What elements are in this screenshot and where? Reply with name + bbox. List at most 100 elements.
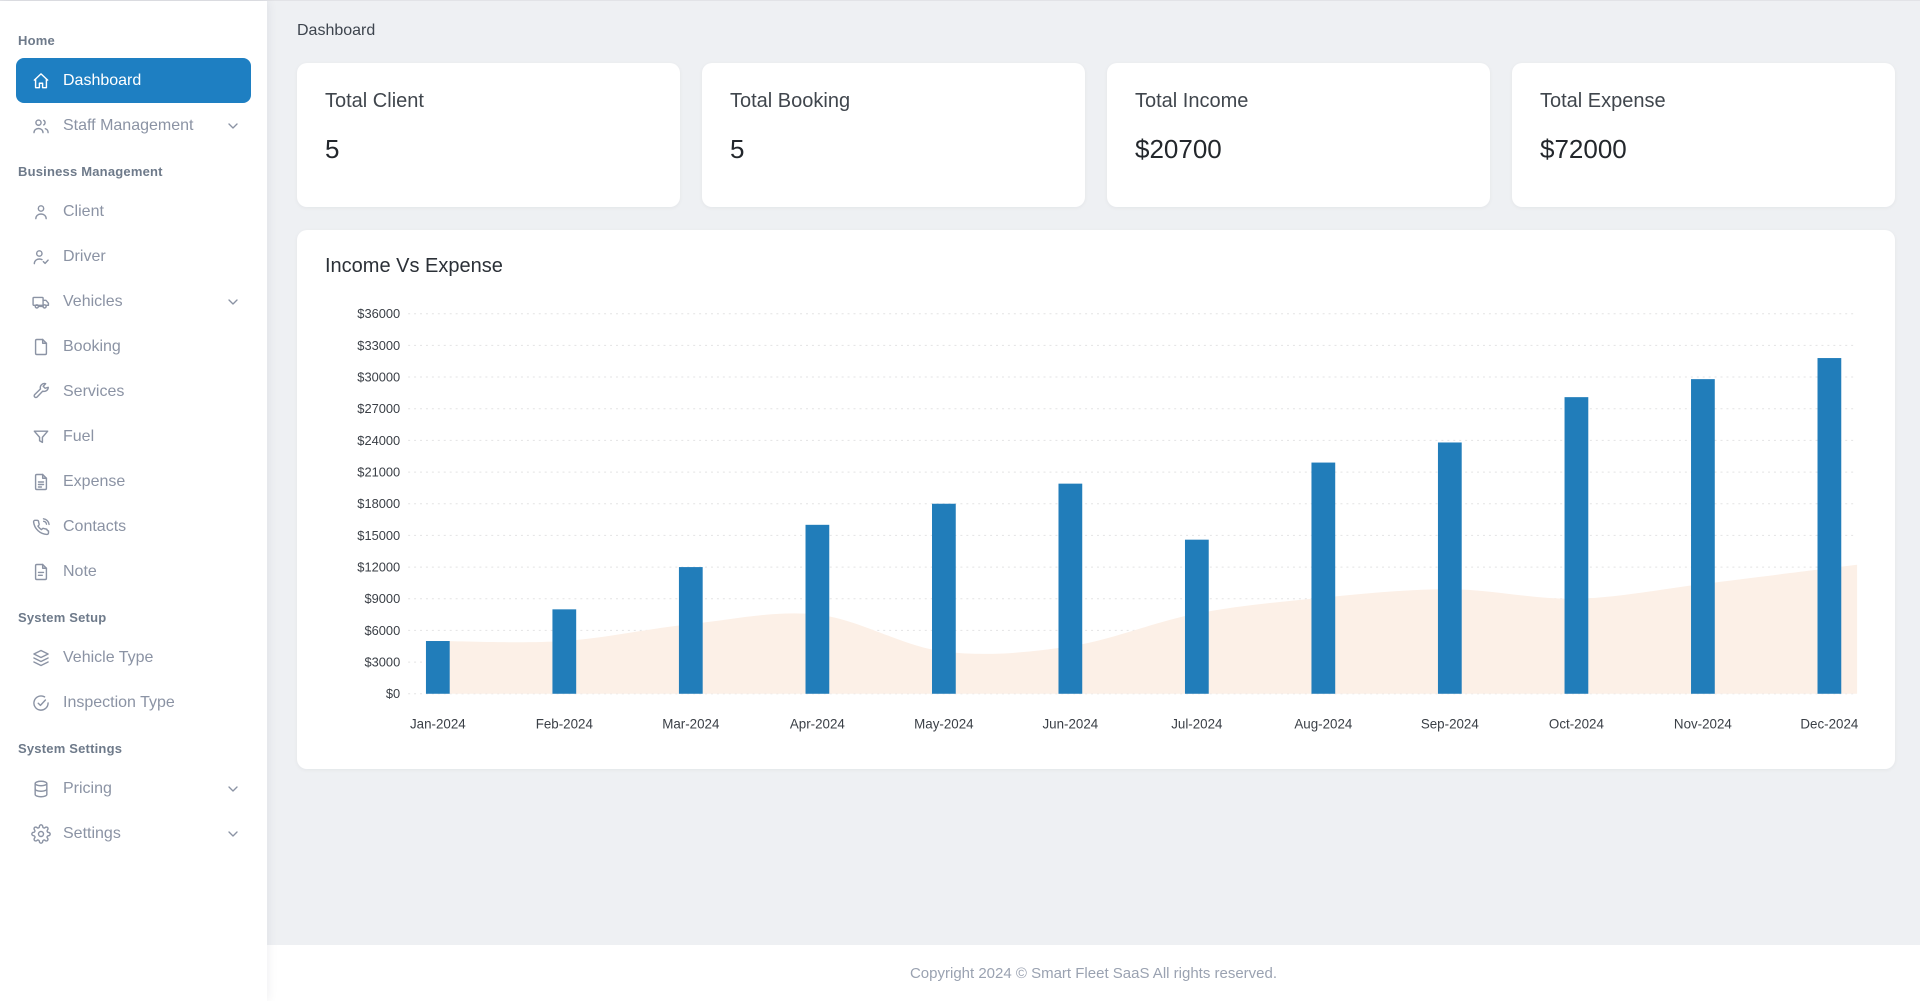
- home-icon: [31, 71, 51, 91]
- main-area: Dashboard Total Client 5 Total Booking 5…: [267, 1, 1920, 1001]
- sidebar-item-contacts[interactable]: Contacts: [16, 504, 251, 549]
- sidebar-section-label: Business Management: [0, 164, 267, 179]
- user-check-icon: [31, 247, 51, 267]
- x-axis-tick: Jul-2024: [1171, 716, 1223, 731]
- stat-card-value: 5: [325, 134, 652, 165]
- sidebar-section-items: Client Driver Vehicles Booking Services …: [0, 189, 267, 594]
- sidebar-item-settings[interactable]: Settings: [16, 811, 251, 856]
- chart-svg: $0$3000$6000$9000$12000$15000$18000$2100…: [325, 286, 1867, 751]
- sidebar-item-booking[interactable]: Booking: [16, 324, 251, 369]
- income-bar-jan-2024: [426, 641, 450, 694]
- income-bar-jun-2024: [1058, 484, 1082, 694]
- sidebar: Home Dashboard Staff Management Business…: [0, 1, 267, 1001]
- y-axis-tick: $12000: [357, 560, 400, 575]
- income-bar-aug-2024: [1311, 463, 1335, 694]
- y-axis-tick: $3000: [364, 655, 400, 670]
- stat-card-title: Total Expense: [1540, 90, 1867, 113]
- y-axis-tick: $30000: [357, 370, 400, 385]
- stat-card-title: Total Booking: [730, 90, 1057, 113]
- sidebar-section-label: System Settings: [0, 741, 267, 756]
- chart-card: Income Vs Expense $0$3000$6000$9000$1200…: [297, 230, 1895, 769]
- chevron-down-icon: [225, 826, 241, 842]
- sidebar-item-pricing[interactable]: Pricing: [16, 766, 251, 811]
- app-root: Home Dashboard Staff Management Business…: [0, 0, 1920, 1001]
- x-axis-tick: Aug-2024: [1294, 716, 1353, 731]
- y-axis-tick: $33000: [357, 338, 400, 353]
- stat-card-total-income: Total Income $20700: [1107, 63, 1490, 207]
- sidebar-section: System Setup Vehicle Type Inspection Typ…: [0, 610, 267, 725]
- users-icon: [31, 116, 51, 136]
- income-bar-nov-2024: [1691, 379, 1715, 694]
- income-bar-dec-2024: [1818, 358, 1842, 694]
- summary-cards: Total Client 5 Total Booking 5 Total Inc…: [297, 63, 1895, 207]
- sidebar-section-items: Dashboard Staff Management: [0, 58, 267, 148]
- x-axis-tick: Apr-2024: [790, 716, 846, 731]
- x-axis-tick: Jan-2024: [410, 716, 466, 731]
- main-content: Dashboard Total Client 5 Total Booking 5…: [267, 1, 1920, 945]
- file-text-icon: [31, 472, 51, 492]
- income-expense-chart: $0$3000$6000$9000$12000$15000$18000$2100…: [325, 286, 1867, 751]
- income-bar-feb-2024: [552, 609, 576, 693]
- user-icon: [31, 202, 51, 222]
- x-axis-tick: Jun-2024: [1043, 716, 1099, 731]
- wrench-icon: [31, 382, 51, 402]
- sidebar-item-fuel[interactable]: Fuel: [16, 414, 251, 459]
- stat-card-title: Total Income: [1135, 90, 1462, 113]
- sidebar-item-inspection-type[interactable]: Inspection Type: [16, 680, 251, 725]
- layers-icon: [31, 648, 51, 668]
- gear-icon: [31, 824, 51, 844]
- stat-card-value: $72000: [1540, 134, 1867, 165]
- file-icon: [31, 337, 51, 357]
- sidebar-section: System Settings Pricing Settings: [0, 741, 267, 856]
- page-title: Dashboard: [297, 22, 1895, 40]
- sidebar-nav: Home Dashboard Staff Management Business…: [0, 33, 267, 856]
- chevron-down-icon: [225, 118, 241, 134]
- x-axis-tick: May-2024: [914, 716, 974, 731]
- y-axis-tick: $24000: [357, 433, 400, 448]
- sidebar-item-vehicle-type[interactable]: Vehicle Type: [16, 635, 251, 680]
- y-axis-tick: $9000: [364, 591, 400, 606]
- stat-card-title: Total Client: [325, 90, 652, 113]
- sidebar-section: Home Dashboard Staff Management: [0, 33, 267, 148]
- y-axis-tick: $27000: [357, 401, 400, 416]
- sidebar-section-label: Home: [0, 33, 267, 48]
- income-bar-oct-2024: [1565, 397, 1589, 694]
- income-bar-mar-2024: [679, 567, 703, 694]
- chevron-down-icon: [225, 294, 241, 310]
- x-axis-tick: Nov-2024: [1674, 716, 1732, 731]
- sidebar-item-driver[interactable]: Driver: [16, 234, 251, 279]
- income-bar-jul-2024: [1185, 540, 1209, 694]
- income-bar-apr-2024: [806, 525, 830, 694]
- sidebar-section-label: System Setup: [0, 610, 267, 625]
- sidebar-item-expense[interactable]: Expense: [16, 459, 251, 504]
- income-bar-may-2024: [932, 504, 956, 694]
- sidebar-item-note[interactable]: Note: [16, 549, 251, 594]
- y-axis-tick: $6000: [364, 623, 400, 638]
- sidebar-section-items: Pricing Settings: [0, 766, 267, 856]
- funnel-icon: [31, 427, 51, 447]
- x-axis-tick: Mar-2024: [662, 716, 720, 731]
- sidebar-item-client[interactable]: Client: [16, 189, 251, 234]
- x-axis-tick: Sep-2024: [1421, 716, 1480, 731]
- stat-card-total-client: Total Client 5: [297, 63, 680, 207]
- sidebar-item-staff-management[interactable]: Staff Management: [16, 103, 251, 148]
- sidebar-item-vehicles[interactable]: Vehicles: [16, 279, 251, 324]
- note-icon: [31, 562, 51, 582]
- chevron-down-icon: [225, 781, 241, 797]
- truck-icon: [31, 292, 51, 312]
- footer: Copyright 2024 © Smart Fleet SaaS All ri…: [267, 945, 1920, 1001]
- x-axis-tick: Oct-2024: [1549, 716, 1605, 731]
- circle-check-icon: [31, 693, 51, 713]
- y-axis-tick: $18000: [357, 496, 400, 511]
- sidebar-item-dashboard[interactable]: Dashboard: [16, 58, 251, 103]
- y-axis-tick: $0: [386, 686, 400, 701]
- sidebar-section-items: Vehicle Type Inspection Type: [0, 635, 267, 725]
- stat-card-total-expense: Total Expense $72000: [1512, 63, 1895, 207]
- database-icon: [31, 779, 51, 799]
- phone-icon: [31, 517, 51, 537]
- expense-area-series: [438, 565, 1857, 694]
- income-bar-sep-2024: [1438, 442, 1462, 693]
- sidebar-item-services[interactable]: Services: [16, 369, 251, 414]
- copyright-text: Copyright 2024 © Smart Fleet SaaS All ri…: [910, 965, 1277, 982]
- x-axis-tick: Feb-2024: [536, 716, 594, 731]
